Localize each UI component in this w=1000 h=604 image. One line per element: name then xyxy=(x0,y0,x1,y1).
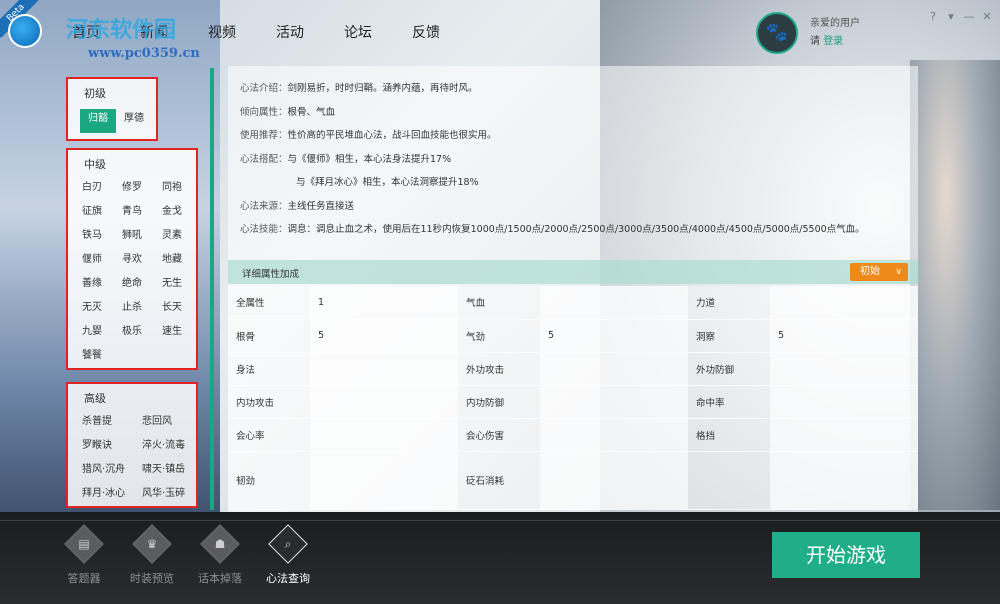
login-link[interactable]: 登录 xyxy=(823,36,843,47)
login-prefix: 请 xyxy=(810,36,820,47)
level-dropdown[interactable]: 初始 ∨ xyxy=(850,263,908,281)
method-item[interactable]: 灵素 xyxy=(162,226,202,250)
method-item[interactable]: 止杀 xyxy=(122,298,162,322)
table-row: 韧劲 砭石消耗 xyxy=(228,451,918,510)
method-item[interactable]: 偃师 xyxy=(82,250,122,274)
method-item[interactable]: 九婴 xyxy=(82,322,122,346)
method-description: 心法介绍：剑刚易折，时时归鞘。涵养内蕴，再待时风。 倾向属性：根骨、气血 使用推… xyxy=(240,80,910,245)
method-item[interactable]: 金戈 xyxy=(162,202,202,226)
method-item[interactable]: 寻欢 xyxy=(122,250,162,274)
method-item[interactable]: 猎风·沉舟 xyxy=(82,460,142,484)
drop-icon: ☗ xyxy=(200,524,240,564)
method-item[interactable]: 杀普提 xyxy=(82,412,142,436)
watermark-text: 河东软件园 xyxy=(66,17,177,43)
tool-drop[interactable]: ☗ 话本掉落 xyxy=(192,524,248,590)
tier-title: 初级 xyxy=(84,87,106,100)
login-line: 请 登录 xyxy=(810,32,843,47)
chevron-down-icon: ∨ xyxy=(895,267,902,277)
close-icon[interactable]: ✕ xyxy=(978,10,996,23)
method-detail-panel: 心法介绍：剑刚易折，时时归鞘。涵养内蕴，再待时风。 倾向属性：根骨、气血 使用推… xyxy=(228,66,918,512)
table-row: 根骨 5 气劲 5 洞察 5 xyxy=(228,319,918,353)
method-item[interactable]: 善缘 xyxy=(82,274,122,298)
menu-icon[interactable]: ▾ xyxy=(942,10,960,23)
method-item-active[interactable]: 归豁 xyxy=(80,109,116,133)
attribute-table: 全属性 1 气血 力道 根骨 5 气劲 5 洞察 5 身法 外功攻击 外功防御 内功攻击… xyxy=(228,286,918,510)
tier-middle: 中级 白刃 修罗 同袍 征旗 青鸟 金戈 铁马 狮吼 灵素 偃师 寻欢 地藏 善… xyxy=(66,148,198,370)
method-item[interactable]: 地藏 xyxy=(162,250,202,274)
app-logo-icon xyxy=(8,14,42,48)
method-item[interactable]: 铁马 xyxy=(82,226,122,250)
quiz-icon: ▤ xyxy=(64,524,104,564)
method-item[interactable]: 拜月·冰心 xyxy=(82,484,142,508)
watermark-url: www.pc0359.cn xyxy=(88,46,200,61)
search-icon: ⌕ xyxy=(268,524,308,564)
nav-video[interactable]: 视频 xyxy=(208,22,236,42)
tier-basic: 初级 归豁 厚德 xyxy=(66,77,158,141)
method-item[interactable]: 狮吼 xyxy=(122,226,162,250)
method-item[interactable]: 淬火·流毒 xyxy=(142,436,202,460)
method-item[interactable]: 白刃 xyxy=(82,178,122,202)
method-item[interactable]: 修罗 xyxy=(122,178,162,202)
skill-row: 心法技能：调息：调息止血之术，使用后在11秒内恢复1000点/1500点/200… xyxy=(240,224,865,235)
paw-avatar-icon[interactable]: 🐾 xyxy=(756,12,798,54)
method-item[interactable]: 绝命 xyxy=(122,274,162,298)
heart-method-list: 初级 归豁 厚德 中级 白刃 修罗 同袍 征旗 青鸟 金戈 铁马 狮吼 灵素 偃… xyxy=(66,74,212,510)
method-item[interactable]: 啸天·镇岳 xyxy=(142,460,202,484)
table-row: 会心率 会心伤害 格挡 xyxy=(228,418,918,452)
panel-divider xyxy=(210,68,214,510)
nav-feedback[interactable]: 反馈 xyxy=(412,22,440,42)
method-item[interactable]: 同袍 xyxy=(162,178,202,202)
recommend-row: 使用推荐：性价高的平民堆血心法，战斗回血技能也很实用。 xyxy=(240,130,497,141)
method-item[interactable]: 饕餮 xyxy=(82,346,122,370)
character-art xyxy=(910,60,1000,510)
attribute-header: 详细属性加成 初始 ∨ xyxy=(228,260,918,284)
combo-row-2: 与《拜月冰心》相生，本心法洞察提升18% xyxy=(296,177,479,188)
source-row: 心法来源：主线任务直接送 xyxy=(240,200,355,212)
table-row: 全属性 1 气血 力道 xyxy=(228,286,918,320)
method-item[interactable]: 无灭 xyxy=(82,298,122,322)
method-item[interactable]: 无生 xyxy=(162,274,202,298)
tool-method-search[interactable]: ⌕ 心法查询 xyxy=(260,524,316,590)
method-item[interactable]: 征旗 xyxy=(82,202,122,226)
intro-row: 心法介绍：剑刚易折，时时归鞘。涵养内蕴，再待时风。 xyxy=(240,83,478,94)
tool-costume[interactable]: ♛ 时装预览 xyxy=(124,524,180,590)
window-controls: ? ▾ — ✕ xyxy=(924,10,996,23)
method-item[interactable]: 悲回风 xyxy=(142,412,202,436)
minimize-icon[interactable]: — xyxy=(960,10,978,23)
user-box: 🐾 亲爱的用户 请 登录 xyxy=(756,12,860,54)
tier-advanced: 高级 杀普提 悲回风 罗睺诀 淬火·流毒 猎风·沉舟 啸天·镇岳 拜月·冰心 风… xyxy=(66,382,198,508)
method-item[interactable]: 风华·玉碎 xyxy=(142,484,202,508)
costume-icon: ♛ xyxy=(132,524,172,564)
nav-forum[interactable]: 论坛 xyxy=(344,22,372,42)
method-item[interactable]: 极乐 xyxy=(122,322,162,346)
start-game-button[interactable]: 开始游戏 xyxy=(772,532,920,578)
table-row: 内功攻击 内功防御 命中率 xyxy=(228,385,918,419)
attr-tendency-row: 倾向属性：根骨、气血 xyxy=(240,106,336,118)
attribute-header-title: 详细属性加成 xyxy=(242,269,300,280)
method-item[interactable]: 罗睺诀 xyxy=(82,436,142,460)
top-bar: Beta 首页 新闻 视频 活动 论坛 反馈 河东软件园 www.pc0359.… xyxy=(0,0,1000,66)
method-item[interactable]: 青鸟 xyxy=(122,202,162,226)
tier-title: 高级 xyxy=(84,392,106,405)
method-item[interactable]: 厚德 xyxy=(124,109,164,133)
method-item[interactable]: 速生 xyxy=(162,322,202,346)
nav-events[interactable]: 活动 xyxy=(276,22,304,42)
tool-quiz[interactable]: ▤ 答题器 xyxy=(56,524,112,590)
user-name: 亲爱的用户 xyxy=(810,18,860,29)
tier-title: 中级 xyxy=(84,158,106,171)
help-icon[interactable]: ? xyxy=(924,10,942,23)
method-item[interactable]: 长天 xyxy=(162,298,202,322)
table-row: 身法 外功攻击 外功防御 xyxy=(228,352,918,386)
combo-row: 心法搭配：与《偃师》相生，本心法身法提升17% xyxy=(240,153,452,165)
bottom-toolbar: ▤ 答题器 ♛ 时装预览 ☗ 话本掉落 ⌕ 心法查询 开始游戏 xyxy=(0,512,1000,604)
